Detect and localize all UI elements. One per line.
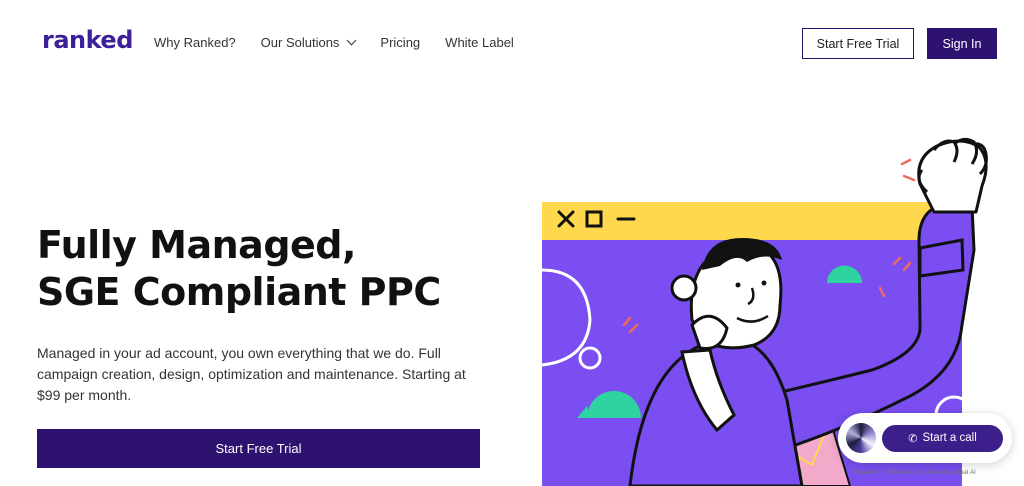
hero-title-line-2: SGE Compliant PPC — [37, 270, 441, 314]
header-start-free-trial-button[interactable]: Start Free Trial — [802, 28, 914, 59]
sign-in-button[interactable]: Sign In — [927, 28, 997, 59]
nav-pricing[interactable]: Pricing — [380, 35, 420, 50]
start-call-button[interactable]: ✆ Start a call — [882, 424, 1003, 452]
nav-our-solutions[interactable]: Our Solutions — [260, 35, 357, 50]
nav-pricing-label: Pricing — [380, 35, 421, 50]
main-nav: Why Ranked? Our Solutions Pricing White … — [154, 35, 539, 50]
hero-start-free-trial-button[interactable]: Start Free Trial — [37, 429, 480, 468]
hero-description: Managed in your ad account, you own ever… — [37, 345, 466, 403]
chevron-down-icon — [346, 35, 357, 46]
character-sleeve — [918, 238, 965, 278]
start-call-label: Start a call — [922, 432, 977, 444]
phone-icon: ✆ — [908, 432, 918, 445]
nav-our-solutions-label: Our Solutions — [260, 35, 340, 50]
window-title-bar — [542, 202, 962, 240]
hero-title: Fully Managed, SGE Compliant PPC — [37, 222, 441, 316]
assistant-avatar — [846, 423, 876, 453]
raised-fist — [917, 137, 988, 214]
nav-white-label[interactable]: White Label — [445, 35, 514, 50]
nav-white-label-label: White Label — [445, 35, 514, 50]
powered-by-text: Powered by ElevenLabs Conversational AI — [853, 469, 976, 476]
ranked-logo[interactable]: ranked — [42, 26, 133, 54]
voice-chat-widget: ✆ Start a call — [838, 413, 1012, 463]
hero-title-line-1: Fully Managed, — [37, 223, 356, 267]
nav-why-ranked[interactable]: Why Ranked? — [154, 35, 236, 50]
nav-why-ranked-label: Why Ranked? — [154, 35, 236, 50]
